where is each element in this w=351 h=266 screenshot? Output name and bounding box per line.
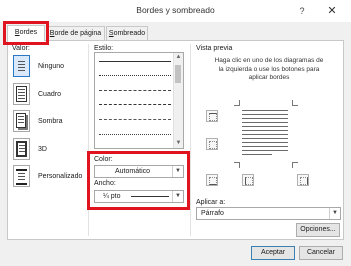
chevron-down-icon[interactable]: ▼ [172,191,183,202]
page-line-icon [18,119,24,120]
close-button[interactable]: ✕ [318,4,346,19]
column-divider [190,44,191,236]
apply-to-label: Aplicar a: [196,199,226,206]
width-value: ¼ pto [103,193,121,200]
preview-line [242,110,288,111]
top-border-button[interactable] [206,110,218,122]
page-line-icon [18,116,24,117]
preview-line [242,150,288,151]
page-line-icon [18,64,25,65]
border-top-icon [209,113,217,121]
bottom-border-button[interactable] [206,174,218,186]
preview-line [242,138,288,139]
border-middle-icon [209,141,217,149]
preview-line [242,130,288,131]
page-line-icon [18,95,25,96]
chevron-down-icon[interactable]: ▼ [172,166,183,177]
setting-shadow-icon[interactable] [13,110,30,132]
apply-to-select[interactable]: Párrafo ▼ [196,207,341,220]
page-line-icon [19,145,25,146]
page-line-icon [18,122,24,123]
scroll-down-icon[interactable]: ▼ [174,139,183,148]
preview-line [242,134,288,135]
style-scrollbar[interactable]: ▲ ▼ [173,53,183,148]
border-left-icon [245,177,253,185]
preview-line [242,118,288,119]
page-line-icon [18,89,25,90]
style-option-dash-dot[interactable] [99,119,171,120]
setting-none-label[interactable]: Ninguno [38,63,64,70]
tab-bordes[interactable]: Bordes [7,25,45,41]
apply-to-value: Párrafo [201,210,224,217]
cancel-button[interactable]: Cancelar [299,246,343,260]
setting-shadow-label[interactable]: Sombra [38,118,63,125]
accept-button[interactable]: Aceptar [251,246,295,260]
page-line-icon [18,179,25,180]
page-line-icon [18,98,25,99]
preview-line [242,126,288,127]
setting-custom-icon[interactable] [13,165,30,187]
style-header: Estilo: [94,45,114,52]
preview-corner-mark [234,100,240,106]
style-option-dotted[interactable] [99,75,171,76]
style-option-dashed-small[interactable] [99,90,171,91]
preview-line [242,122,288,123]
scroll-thumb[interactable] [175,65,181,83]
borders-shading-dialog: Bordes y sombreado ? ✕ Bordes Borde de p… [0,0,351,266]
style-option-solid[interactable] [99,61,171,62]
preview-line [242,114,288,115]
tab-borde-de-pagina[interactable]: Borde de página [46,26,105,40]
help-button[interactable]: ? [296,5,308,17]
page-line-icon [16,183,27,185]
setting-box-label[interactable]: Cuadro [38,91,61,98]
color-select[interactable]: Automático ▼ [94,165,184,178]
page-line-icon [18,173,25,174]
page-line-icon [19,148,25,149]
setting-header: Valor: [12,45,30,52]
page-line-icon [19,151,25,152]
middle-border-button[interactable] [206,138,218,150]
page-line-icon [18,67,25,68]
color-value: Automático [115,168,151,175]
page-line-icon [16,169,27,171]
setting-custom-label[interactable]: Personalizado [38,173,82,180]
style-option-dash-dot-dot[interactable] [99,134,171,135]
page-line-icon [18,61,25,62]
preview-corner-mark [292,162,298,168]
width-label: Ancho: [94,180,116,187]
preview-line [242,154,272,155]
page-line-icon [18,176,25,177]
preview-line [242,146,288,147]
scroll-up-icon[interactable]: ▲ [174,53,183,62]
column-divider [88,44,89,236]
border-right-icon [300,177,308,185]
left-border-button[interactable] [242,174,254,186]
setting-3d-icon[interactable] [13,138,30,160]
setting-box-icon[interactable] [13,83,30,105]
tab-sombreado-label: ombreado [113,30,146,37]
border-bottom-icon [209,177,217,185]
setting-none-icon[interactable] [13,55,30,77]
color-label: Color: [94,156,113,163]
title-bar: Bordes y sombreado ? ✕ [0,0,351,22]
options-button[interactable]: Opciones... [296,223,340,237]
preview-corner-mark [292,100,298,106]
preview-line [242,142,288,143]
tab-bordes-label: ordes [19,29,38,36]
setting-3d-label[interactable]: 3D [38,146,47,153]
preview-instructions: Haga clic en uno de los diagramas de la … [214,57,324,81]
style-listbox[interactable]: ▲ ▼ [94,52,184,149]
style-option-dashed[interactable] [99,104,171,105]
page-line-icon [18,70,25,71]
preview-corner-mark [234,162,240,168]
width-select[interactable]: ¼ pto ▼ [94,190,184,203]
tab-sombreado[interactable]: Sombreado [106,26,148,40]
width-line-sample [131,196,169,197]
chevron-down-icon[interactable]: ▼ [329,208,340,219]
page-line-icon [18,92,25,93]
tab-pagina-label: orde de página [54,30,102,37]
right-border-button[interactable] [297,174,309,186]
preview-header: Vista previa [196,45,233,52]
box-outline-icon [16,141,27,157]
